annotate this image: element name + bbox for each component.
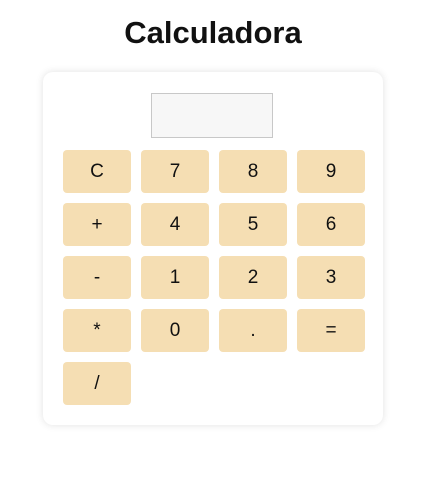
digit-1-button[interactable]: 1 — [141, 256, 209, 299]
add-button[interactable]: + — [63, 203, 131, 246]
page-title: Calculadora — [124, 15, 302, 50]
digit-5-button[interactable]: 5 — [219, 203, 287, 246]
keypad: C 7 8 9 + 4 5 6 - 1 2 3 * 0 . = / — [63, 150, 365, 405]
digit-8-button[interactable]: 8 — [219, 150, 287, 193]
multiply-button[interactable]: * — [63, 309, 131, 352]
equals-button[interactable]: = — [297, 309, 365, 352]
digit-6-button[interactable]: 6 — [297, 203, 365, 246]
digit-4-button[interactable]: 4 — [141, 203, 209, 246]
clear-button[interactable]: C — [63, 150, 131, 193]
calculator-display[interactable] — [151, 93, 273, 138]
digit-9-button[interactable]: 9 — [297, 150, 365, 193]
digit-2-button[interactable]: 2 — [219, 256, 287, 299]
decimal-button[interactable]: . — [219, 309, 287, 352]
subtract-button[interactable]: - — [63, 256, 131, 299]
divide-button[interactable]: / — [63, 362, 131, 405]
digit-7-button[interactable]: 7 — [141, 150, 209, 193]
digit-0-button[interactable]: 0 — [141, 309, 209, 352]
calculator-card: C 7 8 9 + 4 5 6 - 1 2 3 * 0 . = / — [43, 72, 383, 425]
digit-3-button[interactable]: 3 — [297, 256, 365, 299]
